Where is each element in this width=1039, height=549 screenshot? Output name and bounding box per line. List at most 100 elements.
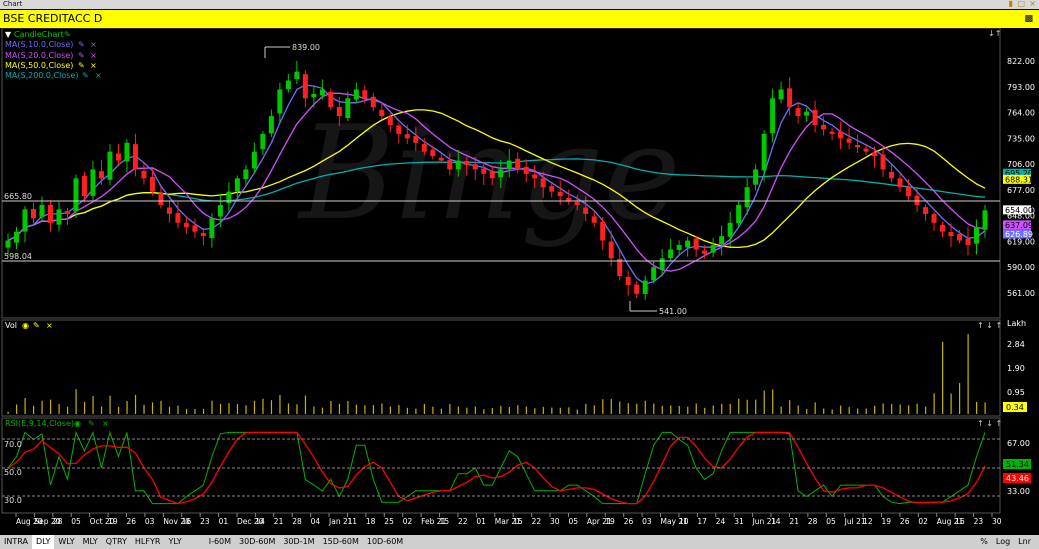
- minimize-icon[interactable]: ▮: [1009, 0, 1013, 8]
- candle-body[interactable]: [736, 205, 742, 224]
- candle-body[interactable]: [574, 202, 580, 205]
- close-icon[interactable]: ×: [90, 51, 97, 60]
- candle-body[interactable]: [821, 124, 827, 130]
- candle-body[interactable]: [362, 90, 368, 99]
- interval-30d1m[interactable]: 30D-1M: [279, 535, 318, 549]
- candle-body[interactable]: [566, 197, 572, 201]
- candle-body[interactable]: [923, 207, 929, 214]
- candle-body[interactable]: [540, 178, 546, 188]
- candle-body[interactable]: [693, 238, 699, 250]
- candle-body[interactable]: [183, 223, 189, 228]
- candle-body[interactable]: [659, 258, 665, 270]
- candle-body[interactable]: [829, 131, 835, 134]
- candle-body[interactable]: [39, 205, 45, 217]
- candle-body[interactable]: [294, 71, 300, 79]
- candle-body[interactable]: [600, 221, 606, 241]
- candle-body[interactable]: [523, 166, 529, 174]
- interval-10d60m[interactable]: 10D-60M: [363, 535, 407, 549]
- edit-icon[interactable]: ✎: [78, 51, 85, 60]
- candle-body[interactable]: [532, 174, 538, 179]
- legend-vol[interactable]: Vol: [5, 321, 17, 330]
- candle-body[interactable]: [982, 210, 988, 230]
- candle-body[interactable]: [804, 111, 810, 116]
- candle-body[interactable]: [668, 249, 674, 259]
- interval-intra[interactable]: INTRA: [0, 535, 32, 549]
- candle-body[interactable]: [115, 153, 121, 161]
- candle-body[interactable]: [319, 89, 325, 96]
- close-icon[interactable]: ×: [1029, 0, 1036, 8]
- candle-body[interactable]: [676, 245, 682, 250]
- candle-body[interactable]: [557, 191, 563, 197]
- candle-body[interactable]: [642, 280, 648, 294]
- candle-body[interactable]: [481, 168, 487, 174]
- candle-body[interactable]: [430, 149, 436, 157]
- candle-body[interactable]: [931, 214, 937, 223]
- candle-body[interactable]: [345, 98, 351, 119]
- candle-body[interactable]: [770, 98, 776, 134]
- candle-body[interactable]: [209, 218, 215, 239]
- candle-body[interactable]: [948, 232, 954, 237]
- candle-body[interactable]: [863, 148, 869, 152]
- candle-body[interactable]: [914, 195, 920, 205]
- edit-icon[interactable]: ✎: [82, 71, 89, 80]
- candle-body[interactable]: [744, 187, 750, 207]
- candle-body[interactable]: [302, 74, 308, 99]
- legend-ma20[interactable]: MA(S,20.0,Close): [5, 51, 73, 60]
- candle-body[interactable]: [132, 144, 138, 170]
- candle-body[interactable]: [22, 209, 28, 232]
- panel-scroll-icon[interactable]: ↓↑: [988, 29, 1001, 38]
- candle-body[interactable]: [30, 208, 36, 219]
- candle-body[interactable]: [192, 225, 198, 232]
- interval-i60m[interactable]: I-60M: [205, 535, 235, 549]
- edit-icon[interactable]: ✎: [88, 419, 95, 428]
- candle-body[interactable]: [838, 131, 844, 139]
- candle-body[interactable]: [710, 245, 716, 253]
- candle-body[interactable]: [957, 234, 963, 241]
- candle-body[interactable]: [404, 134, 410, 139]
- close-icon[interactable]: ×: [46, 321, 53, 330]
- candle-body[interactable]: [166, 207, 172, 214]
- edit-icon[interactable]: ✎: [64, 30, 71, 39]
- candle-body[interactable]: [889, 171, 895, 179]
- candle-body[interactable]: [47, 205, 53, 223]
- candle-body[interactable]: [812, 109, 818, 125]
- candle-body[interactable]: [396, 125, 402, 134]
- candle-body[interactable]: [243, 169, 249, 180]
- candle-body[interactable]: [591, 216, 597, 223]
- candle-body[interactable]: [81, 175, 87, 197]
- close-icon[interactable]: ×: [102, 419, 109, 428]
- interval-dly[interactable]: DLY: [31, 535, 55, 549]
- candle-body[interactable]: [778, 89, 784, 100]
- close-icon[interactable]: ×: [90, 40, 97, 49]
- candle-body[interactable]: [455, 160, 461, 170]
- restore-icon[interactable]: □: [1017, 0, 1025, 8]
- candle-body[interactable]: [506, 160, 512, 170]
- interval-wly[interactable]: WLY: [54, 535, 78, 549]
- candle-body[interactable]: [141, 170, 147, 179]
- candle-body[interactable]: [498, 169, 504, 178]
- candle-body[interactable]: [515, 158, 521, 170]
- candle-body[interactable]: [846, 138, 852, 143]
- candle-body[interactable]: [260, 133, 266, 150]
- candle-body[interactable]: [175, 213, 181, 223]
- candle-body[interactable]: [855, 144, 861, 148]
- edit-icon[interactable]: ✎: [78, 61, 85, 70]
- legend-rsi[interactable]: RSI(E,9,14,Close): [5, 419, 74, 428]
- candle-body[interactable]: [277, 89, 283, 114]
- candle-body[interactable]: [64, 211, 70, 214]
- candle-body[interactable]: [200, 232, 206, 237]
- candle-body[interactable]: [370, 96, 376, 108]
- candle-body[interactable]: [421, 144, 427, 152]
- candle-body[interactable]: [56, 209, 62, 225]
- candle-body[interactable]: [464, 160, 470, 165]
- candle-body[interactable]: [651, 267, 657, 281]
- legend-ma10[interactable]: MA(S,10.0,Close): [5, 40, 73, 49]
- candle-body[interactable]: [447, 160, 453, 170]
- candle-body[interactable]: [90, 169, 96, 196]
- candle-body[interactable]: [795, 108, 801, 117]
- candle-body[interactable]: [285, 80, 291, 89]
- scale-log[interactable]: Log: [992, 535, 1014, 549]
- candle-body[interactable]: [940, 224, 946, 232]
- candle-body[interactable]: [336, 107, 342, 117]
- interval-qtry[interactable]: QTRY: [102, 535, 131, 549]
